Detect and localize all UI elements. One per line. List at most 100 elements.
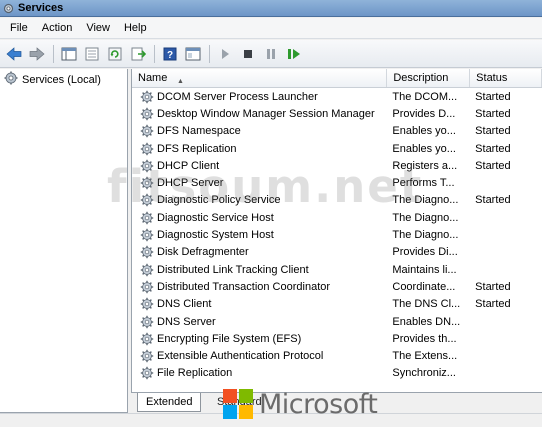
menu-action[interactable]: Action bbox=[35, 19, 80, 38]
start-service-icon[interactable] bbox=[214, 43, 235, 64]
service-description: The DNS Cl... bbox=[392, 298, 461, 311]
service-name: File Replication bbox=[157, 367, 233, 380]
list-header: Name ▲ Description Status bbox=[132, 69, 542, 88]
show-hide-tree-icon[interactable] bbox=[58, 43, 79, 64]
column-header-name[interactable]: Name ▲ bbox=[132, 69, 388, 87]
service-name-cell: Diagnostic Service Host bbox=[132, 211, 387, 225]
table-row[interactable]: DNS Server Enables DN... bbox=[132, 313, 542, 330]
service-name-cell: Encrypting File System (EFS) bbox=[132, 332, 387, 346]
tab-standard[interactable]: Standard bbox=[209, 393, 270, 412]
table-row[interactable]: DNS Client The DNS Cl... Started bbox=[132, 296, 542, 313]
service-gear-icon bbox=[140, 315, 154, 329]
service-name-cell: File Replication bbox=[132, 366, 387, 380]
menu-help[interactable]: Help bbox=[117, 19, 154, 38]
title-bar: Services bbox=[0, 0, 542, 17]
menu-file[interactable]: File bbox=[3, 19, 35, 38]
table-row[interactable]: Disk Defragmenter Provides Di... bbox=[132, 244, 542, 261]
console-tree: Services (Local) bbox=[0, 69, 128, 413]
service-gear-icon bbox=[140, 245, 154, 259]
service-name: Diagnostic System Host bbox=[157, 229, 274, 242]
service-name-cell: Disk Defragmenter bbox=[132, 245, 387, 259]
service-gear-icon bbox=[140, 211, 154, 225]
service-gear-icon bbox=[140, 366, 154, 380]
service-name: DHCP Server bbox=[157, 177, 224, 190]
menu-bar: File Action View Help bbox=[0, 18, 542, 39]
forward-arrow-icon[interactable] bbox=[26, 43, 47, 64]
table-row[interactable]: Extensible Authentication Protocol The Ex… bbox=[132, 347, 542, 364]
service-name-cell: DFS Replication bbox=[132, 142, 387, 156]
refresh-icon[interactable] bbox=[104, 43, 125, 64]
table-row[interactable]: Distributed Link Tracking Client Maintain… bbox=[132, 261, 542, 278]
table-row[interactable]: Encrypting File System (EFS) Provides th.… bbox=[132, 330, 542, 347]
service-gear-icon bbox=[140, 228, 154, 242]
service-gear-icon bbox=[140, 176, 154, 190]
tree-item-services-local[interactable]: Services (Local) bbox=[0, 69, 127, 87]
table-row[interactable]: Diagnostic Service Host The Diagno... bbox=[132, 209, 542, 226]
service-description: Performs T... bbox=[392, 177, 455, 190]
table-row[interactable]: DHCP Server Performs T... bbox=[132, 174, 542, 191]
service-gear-icon bbox=[140, 332, 154, 346]
service-name: Distributed Link Tracking Client bbox=[157, 263, 309, 276]
service-gear-icon bbox=[140, 142, 154, 156]
service-name-cell: DCOM Server Process Launcher bbox=[132, 90, 387, 104]
service-name: DHCP Client bbox=[157, 159, 220, 172]
table-row[interactable]: Diagnostic Policy Service The Diagno... St… bbox=[132, 192, 542, 209]
service-status: Started bbox=[475, 107, 511, 120]
table-row[interactable]: File Replication Synchroniz... bbox=[132, 365, 542, 382]
service-description: Provides th... bbox=[392, 332, 457, 345]
service-description: Enables yo... bbox=[392, 125, 456, 138]
service-description: Provides Di... bbox=[392, 246, 458, 259]
service-description: The DCOM... bbox=[392, 90, 458, 103]
service-name-cell: DNS Client bbox=[132, 297, 387, 311]
table-row[interactable]: Distributed Transaction Coordinator Coord… bbox=[132, 278, 542, 295]
service-name: Diagnostic Service Host bbox=[157, 211, 274, 224]
service-description: The Extens... bbox=[392, 350, 458, 363]
table-row[interactable]: Diagnostic System Host The Diagno... bbox=[132, 226, 542, 243]
export-list-icon[interactable] bbox=[127, 43, 148, 64]
service-name-cell: Diagnostic Policy Service bbox=[132, 193, 387, 207]
pause-service-icon[interactable] bbox=[260, 43, 281, 64]
column-header-status[interactable]: Status bbox=[470, 69, 542, 87]
properties-icon[interactable] bbox=[81, 43, 102, 64]
service-status: Started bbox=[475, 298, 511, 311]
list-body: DCOM Server Process Launcher The DCOM... S… bbox=[132, 88, 542, 382]
service-gear-icon bbox=[140, 90, 154, 104]
service-name: DFS Replication bbox=[157, 142, 237, 155]
table-row[interactable]: DFS Replication Enables yo... Started bbox=[132, 140, 542, 157]
service-gear-icon bbox=[140, 124, 154, 138]
service-status: Started bbox=[475, 142, 511, 155]
restart-service-icon[interactable] bbox=[283, 43, 304, 64]
services-list: Name ▲ Description Status DCOM Server Pr… bbox=[131, 69, 542, 392]
service-name: Extensible Authentication Protocol bbox=[157, 350, 324, 363]
service-status: Started bbox=[475, 280, 511, 293]
service-description: Provides D... bbox=[392, 107, 456, 120]
service-gear-icon bbox=[140, 297, 154, 311]
service-name-cell: Desktop Window Manager Session Manager bbox=[132, 107, 387, 121]
column-header-description[interactable]: Description bbox=[387, 69, 471, 87]
service-description: The Diagno... bbox=[392, 211, 459, 224]
tab-extended[interactable]: Extended bbox=[137, 393, 202, 412]
mmc-view-icon[interactable] bbox=[182, 43, 203, 64]
service-name: Encrypting File System (EFS) bbox=[157, 332, 302, 345]
services-gear-icon bbox=[4, 71, 18, 88]
service-status: Started bbox=[475, 159, 511, 172]
stop-service-icon[interactable] bbox=[237, 43, 258, 64]
help-icon[interactable]: ? bbox=[159, 43, 180, 64]
service-gear-icon bbox=[140, 263, 154, 277]
service-name: DFS Namespace bbox=[157, 125, 241, 138]
service-description: Maintains li... bbox=[392, 263, 457, 276]
service-name: Distributed Transaction Coordinator bbox=[157, 280, 331, 293]
sort-ascending-icon: ▲ bbox=[177, 78, 184, 85]
table-row[interactable]: Desktop Window Manager Session Manager Pr… bbox=[132, 105, 542, 122]
service-status: Started bbox=[475, 194, 511, 207]
window-title: Services bbox=[18, 2, 64, 14]
service-description: Registers a... bbox=[392, 159, 458, 172]
back-arrow-icon[interactable] bbox=[3, 43, 24, 64]
menu-view[interactable]: View bbox=[79, 19, 117, 38]
service-name: Diagnostic Policy Service bbox=[157, 194, 281, 207]
service-name-cell: DHCP Client bbox=[132, 159, 387, 173]
table-row[interactable]: DCOM Server Process Launcher The DCOM... S… bbox=[132, 88, 542, 105]
table-row[interactable]: DFS Namespace Enables yo... Started bbox=[132, 123, 542, 140]
table-row[interactable]: DHCP Client Registers a... Started bbox=[132, 157, 542, 174]
service-gear-icon bbox=[140, 349, 154, 363]
